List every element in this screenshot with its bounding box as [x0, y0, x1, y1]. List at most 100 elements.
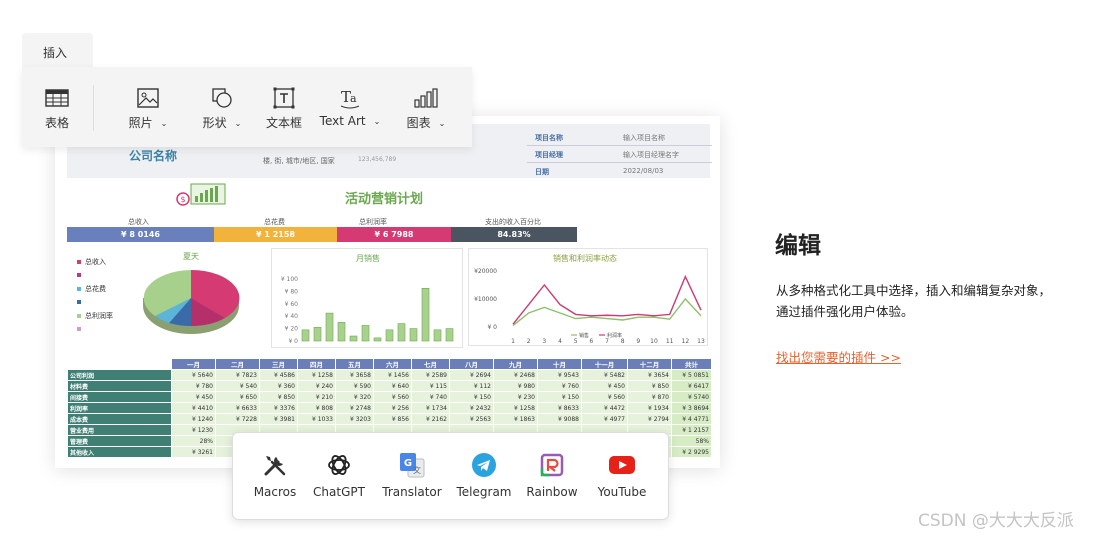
bar	[433, 329, 442, 342]
legend-swatch	[77, 287, 81, 291]
column-header: 十月	[537, 358, 582, 370]
pie-chart-panel: 夏天 总收入 总花费 总利润率	[67, 248, 265, 348]
kpi-label: 支出的收入百分比	[485, 218, 541, 226]
description-line: 通过插件强化用户体验。	[776, 304, 914, 319]
kpi-value: 84.83%	[451, 227, 577, 242]
monthly-sales-chart: ¥ 100 ¥ 80 ¥ 60 ¥ 40 ¥ 20 ¥ 0	[281, 276, 454, 345]
table-row: 间接费 ¥ 450 ¥ 650 ¥ 850 ¥ 210 ¥ 320 ¥ 560 ¥ 740 ¥ …	[67, 391, 712, 403]
kpi-label: 总收入	[128, 218, 149, 226]
bar	[301, 329, 310, 342]
pie-chart-title: 夏天	[183, 252, 199, 261]
table-cell: ¥ 8633	[537, 402, 582, 414]
meta-key: 项目名称	[535, 134, 563, 142]
y-tick-label: ¥20000	[474, 268, 497, 275]
tools-icon	[261, 451, 289, 479]
row-label: 利润率	[67, 402, 172, 414]
chevron-down-icon: ⌄	[160, 119, 168, 128]
table-cell: ¥ 1863	[493, 413, 538, 425]
table-cell: ¥ 2 9295	[671, 446, 712, 458]
table-cell: ¥ 640	[373, 380, 412, 392]
table-cell: ¥ 2748	[335, 402, 374, 414]
bar	[313, 327, 322, 342]
youtube-icon	[608, 451, 636, 479]
insert-shape-label: 形状	[202, 116, 227, 130]
column-header: 五月	[335, 358, 374, 370]
spreadsheet-preview: 公司名称 楼, 街, 城市/地区, 国家 123,456,789 项目名称 输入…	[55, 116, 720, 468]
table-cell: ¥ 780	[171, 380, 216, 392]
insert-textbox-label: 文本框	[265, 116, 302, 130]
image-icon	[135, 86, 161, 110]
meta-key: 项目经理	[535, 151, 563, 159]
table-cell: ¥ 3 8694	[671, 402, 712, 414]
table-cell: ¥ 3981	[259, 413, 298, 425]
insert-table-button[interactable]: 表格	[36, 67, 78, 147]
table-cell: ¥ 3654	[627, 369, 672, 381]
plugin-chatgpt-button[interactable]: ChatGPT	[299, 433, 379, 521]
x-tick-label: 11	[666, 338, 674, 345]
trend-panel: 销售和利润率动态 ¥20000 ¥10000 ¥ 0 1 2 3 4 5 6 7 8 9 10 11 12 1…	[468, 248, 708, 346]
meta-value: 输入项目名称	[623, 134, 665, 142]
table-cell: ¥ 2563	[449, 413, 494, 425]
plugin-translator-button[interactable]: G文 Translator	[372, 433, 452, 521]
tab-insert[interactable]: 插入	[22, 33, 93, 71]
legend-label: 利润率	[607, 332, 622, 339]
x-tick-label: 3	[542, 338, 546, 345]
table-cell: 28%	[171, 435, 216, 447]
plugin-youtube-button[interactable]: YouTube	[582, 433, 662, 521]
insert-text-art-button[interactable]: Ta Text Art ⌄	[318, 67, 382, 147]
row-label: 间接费	[67, 391, 172, 403]
svg-text:$: $	[180, 195, 185, 204]
legend-swatch	[77, 299, 81, 304]
pie-legend-item: 总利润率	[77, 311, 113, 321]
table-cell: ¥ 5640	[171, 369, 216, 381]
x-tick-label: 1	[511, 338, 515, 345]
y-tick-label: ¥ 20	[285, 326, 299, 333]
find-plugins-link[interactable]: 找出您需要的插件 >>	[776, 347, 901, 366]
insert-chart-button[interactable]: 图表 ⌄	[396, 67, 456, 147]
insert-photo-label: 照片	[128, 116, 153, 130]
legend-swatch	[77, 272, 81, 277]
insert-textbox-button[interactable]: 文本框	[260, 67, 308, 147]
column-header: 九月	[493, 358, 538, 370]
telegram-icon	[470, 451, 498, 479]
plugin-chatgpt-label: ChatGPT	[313, 485, 365, 499]
x-tick-label: 6	[589, 338, 593, 345]
table-cell: ¥ 3376	[259, 402, 298, 414]
x-tick-label: 12	[682, 338, 690, 345]
table-icon	[44, 86, 70, 110]
kpi-value: ¥ 1 2158	[214, 227, 337, 242]
sales-line	[512, 274, 702, 325]
table-cell: ¥ 112	[449, 380, 494, 392]
table-cell: ¥ 2468	[493, 369, 538, 381]
chatgpt-icon	[325, 451, 353, 479]
bar	[325, 312, 334, 342]
x-tick-label: 10	[650, 338, 658, 345]
y-tick-label: ¥ 80	[285, 288, 299, 295]
chevron-down-icon: ⌄	[438, 119, 446, 128]
svg-text:文: 文	[413, 465, 421, 475]
x-tick-label: 13	[697, 338, 705, 345]
table-cell: ¥ 450	[171, 391, 216, 403]
table-cell: ¥ 808	[297, 402, 336, 414]
table-cell: ¥ 5 0851	[671, 369, 712, 381]
plugin-rainbow-button[interactable]: Rainbow	[512, 433, 592, 521]
insert-shape-button[interactable]: 形状 ⌄	[192, 67, 252, 147]
bar	[421, 287, 430, 342]
plugin-telegram-label: Telegram	[456, 485, 512, 499]
kpi-value: ¥ 6 7988	[337, 227, 451, 242]
table-cell: ¥ 2694	[449, 369, 494, 381]
insert-photo-button[interactable]: 照片 ⌄	[118, 67, 178, 147]
chevron-down-icon: ⌄	[373, 117, 381, 126]
table-cell: ¥ 4586	[259, 369, 298, 381]
table-cell: ¥ 5482	[581, 369, 628, 381]
company-address: 楼, 街, 城市/地区, 国家	[263, 157, 335, 165]
meta-value: 2022/08/03	[623, 167, 664, 175]
table-cell: ¥ 7823	[215, 369, 260, 381]
table-cell: ¥ 360	[259, 380, 298, 392]
table-cell: ¥ 850	[627, 380, 672, 392]
row-label: 管理费	[67, 435, 172, 447]
table-cell: ¥ 1033	[297, 413, 336, 425]
marketing-logo-icon: $	[176, 183, 226, 206]
description-line: 从多种格式化工具中选择，插入和编辑复杂对象，	[776, 283, 1052, 298]
profit-line	[512, 297, 702, 327]
